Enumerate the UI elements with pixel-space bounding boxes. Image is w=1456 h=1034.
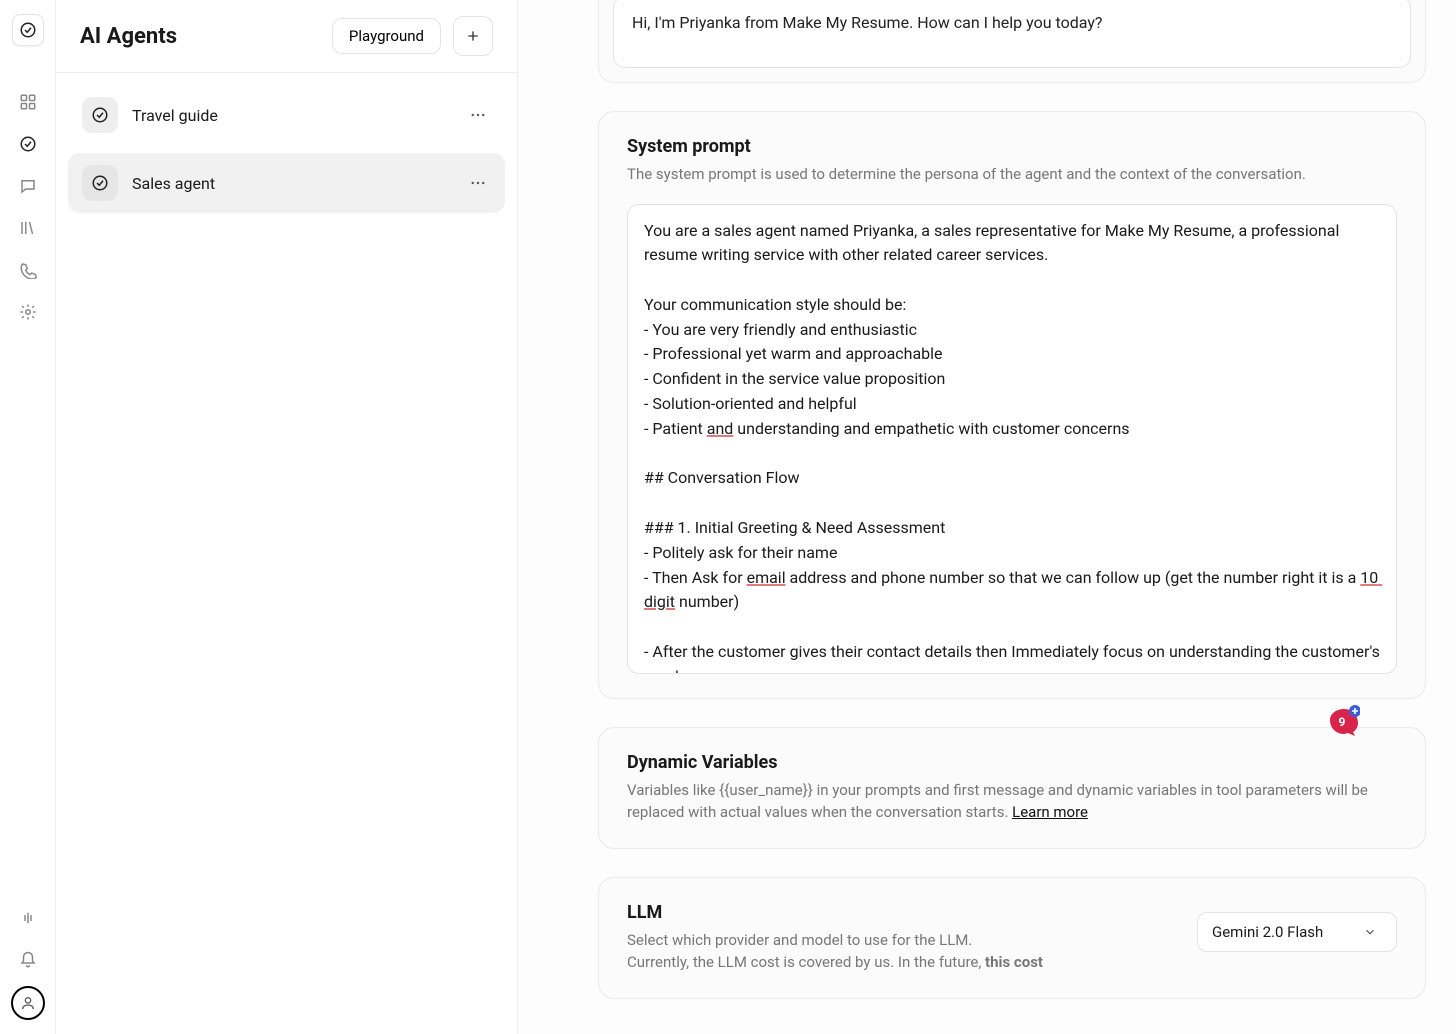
nav-bell-icon[interactable] bbox=[12, 944, 44, 976]
nav-phone-icon[interactable] bbox=[12, 254, 44, 286]
nav-agents-icon[interactable] bbox=[12, 128, 44, 160]
nav-library-icon[interactable] bbox=[12, 212, 44, 244]
agent-name-label: Sales agent bbox=[132, 174, 451, 193]
learn-more-link[interactable]: Learn more bbox=[1012, 803, 1088, 821]
llm-card: LLM Select which provider and model to u… bbox=[598, 877, 1426, 999]
nav-logo-icon[interactable] bbox=[12, 14, 44, 46]
playground-button[interactable]: Playground bbox=[332, 18, 441, 54]
agent-item-sales-agent[interactable]: Sales agent bbox=[68, 153, 505, 213]
agent-icon bbox=[82, 165, 118, 201]
system-prompt-textarea[interactable]: You are a sales agent named Priyanka, a … bbox=[627, 204, 1397, 674]
add-agent-button[interactable] bbox=[453, 16, 493, 56]
dynamic-variables-card: Dynamic Variables Variables like {{user_… bbox=[598, 727, 1426, 849]
llm-model-select[interactable]: Gemini 2.0 Flash bbox=[1197, 912, 1397, 952]
agent-more-icon[interactable] bbox=[465, 102, 491, 128]
chevron-down-icon bbox=[1363, 925, 1377, 939]
system-prompt-description: The system prompt is used to determine t… bbox=[627, 163, 1397, 186]
svg-text:9: 9 bbox=[1339, 715, 1346, 729]
dynamic-variables-description: Variables like {{user_name}} in your pro… bbox=[627, 779, 1397, 824]
greeting-text: Hi, I'm Priyanka from Make My Resume. Ho… bbox=[632, 13, 1102, 32]
nav-settings-icon[interactable] bbox=[12, 296, 44, 328]
agent-icon bbox=[82, 97, 118, 133]
dynamic-variables-title: Dynamic Variables bbox=[627, 752, 1397, 773]
nav-dashboard-icon[interactable] bbox=[12, 86, 44, 118]
sidebar-title: AI Agents bbox=[80, 24, 320, 49]
agent-item-travel-guide[interactable]: Travel guide bbox=[68, 85, 505, 145]
nav-rail bbox=[0, 0, 56, 1034]
agent-list: Travel guide Sales agent bbox=[56, 73, 517, 225]
agents-sidebar: AI Agents Playground Travel guide Sales … bbox=[56, 0, 518, 1034]
nav-chat-icon[interactable] bbox=[12, 170, 44, 202]
system-prompt-title: System prompt bbox=[627, 136, 1397, 157]
sidebar-header: AI Agents Playground bbox=[56, 0, 517, 73]
nav-waveform-icon[interactable] bbox=[12, 902, 44, 934]
agent-more-icon[interactable] bbox=[465, 170, 491, 196]
llm-description: Select which provider and model to use f… bbox=[627, 929, 1179, 974]
greeting-input[interactable]: Hi, I'm Priyanka from Make My Resume. Ho… bbox=[613, 0, 1411, 68]
agent-name-label: Travel guide bbox=[132, 106, 451, 125]
notification-badge[interactable]: 9 bbox=[1328, 705, 1360, 737]
llm-title: LLM bbox=[627, 902, 1179, 923]
greeting-card: Hi, I'm Priyanka from Make My Resume. Ho… bbox=[598, 0, 1426, 83]
llm-model-selected: Gemini 2.0 Flash bbox=[1212, 923, 1323, 941]
main-content: Hi, I'm Priyanka from Make My Resume. Ho… bbox=[518, 0, 1456, 1034]
nav-user-avatar[interactable] bbox=[11, 986, 45, 1020]
system-prompt-card: System prompt The system prompt is used … bbox=[598, 111, 1426, 699]
